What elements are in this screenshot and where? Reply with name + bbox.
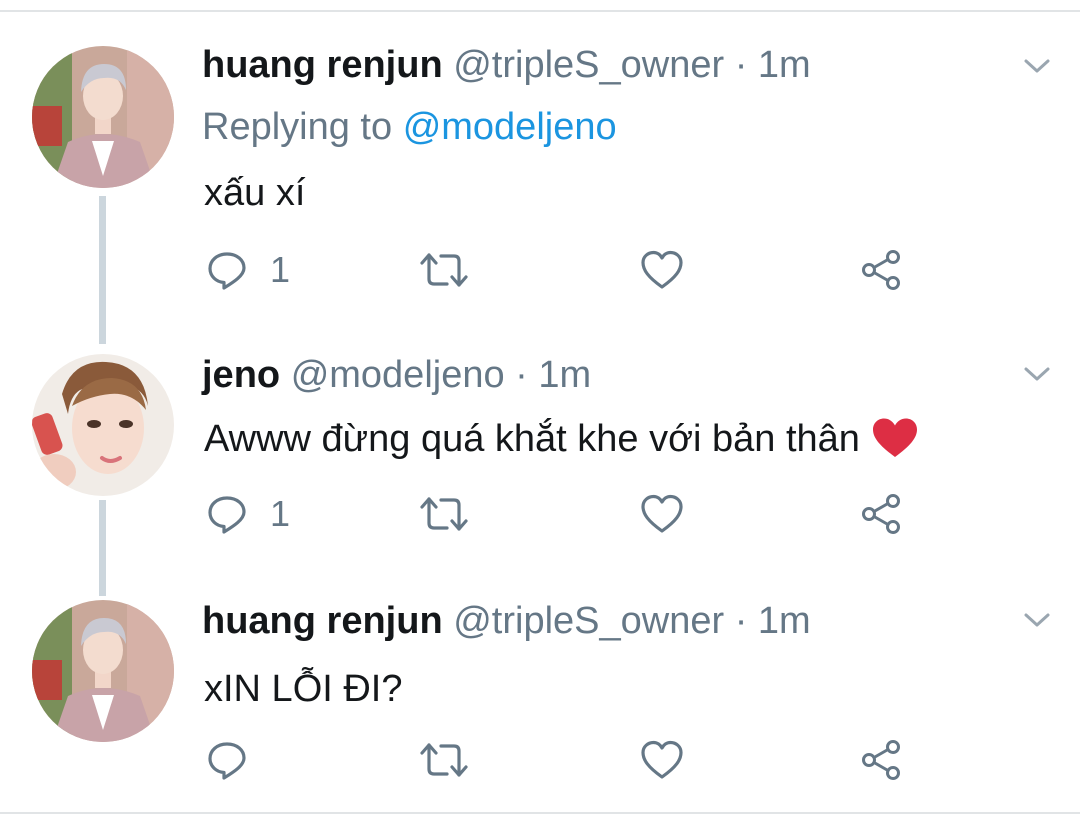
user-handle[interactable]: @tripleS_owner [453, 44, 724, 86]
timestamp[interactable]: 1m [758, 600, 811, 642]
like-button[interactable] [640, 490, 684, 538]
tweet-actions: 1 [0, 246, 1080, 294]
tweet-header: huang renjun @tripleS_owner · 1m [202, 596, 811, 646]
share-icon [860, 738, 904, 782]
timestamp[interactable]: 1m [758, 44, 811, 86]
reply-count: 1 [270, 249, 291, 290]
share-button[interactable] [860, 246, 904, 294]
reply-count: 1 [270, 493, 291, 534]
avatar-jeno[interactable] [32, 354, 174, 496]
top-divider [0, 10, 1080, 12]
separator-dot: · [515, 354, 528, 396]
user-handle[interactable]: @tripleS_owner [453, 600, 724, 642]
tweet-actions: 1 [0, 490, 1080, 538]
share-icon [860, 492, 904, 536]
retweet-icon [418, 493, 470, 535]
display-name[interactable]: huang renjun [202, 600, 443, 642]
tweet-item[interactable]: jeno @modeljeno · 1m Awww đừng quá khắt … [0, 350, 1080, 550]
bottom-divider [0, 812, 1080, 814]
chevron-down-icon[interactable] [1022, 362, 1052, 386]
tweet-item[interactable]: huang renjun @tripleS_owner · 1m Replyin… [0, 40, 1080, 310]
avatar-huang-renjun[interactable] [32, 46, 174, 188]
tweet-header: huang renjun @tripleS_owner · 1m [202, 40, 811, 90]
avatar-huang-renjun[interactable] [32, 600, 174, 742]
tweet-header: jeno @modeljeno · 1m [202, 350, 591, 400]
mention-link[interactable]: @modeljeno [403, 106, 617, 148]
reply-icon [206, 249, 248, 291]
display-name[interactable]: huang renjun [202, 44, 443, 86]
like-icon [640, 493, 684, 535]
reply-button[interactable]: 1 [206, 490, 290, 538]
share-button[interactable] [860, 736, 904, 784]
retweet-button[interactable] [418, 490, 470, 538]
tweet-text-content: Awww đừng quá khắt khe với bản thân [204, 418, 860, 460]
tweet-text: xấu xí [204, 172, 306, 214]
replying-to-label: Replying to [202, 106, 393, 148]
share-button[interactable] [860, 490, 904, 538]
tweet-text: xIN LỖI ĐI? [204, 668, 403, 710]
display-name[interactable]: jeno [202, 354, 280, 396]
share-icon [860, 248, 904, 292]
like-button[interactable] [640, 736, 684, 784]
reply-icon [206, 739, 248, 781]
red-heart-emoji [871, 418, 919, 460]
chevron-down-icon[interactable] [1022, 608, 1052, 632]
tweet-actions [0, 736, 1080, 784]
retweet-button[interactable] [418, 736, 470, 784]
tweet-item[interactable]: huang renjun @tripleS_owner · 1m xIN LỖI… [0, 596, 1080, 796]
retweet-button[interactable] [418, 246, 470, 294]
like-icon [640, 739, 684, 781]
like-icon [640, 249, 684, 291]
tweet-text: Awww đừng quá khắt khe với bản thân [204, 414, 919, 464]
separator-dot: · [734, 600, 748, 642]
timestamp[interactable]: 1m [538, 354, 591, 396]
user-handle[interactable]: @modeljeno [291, 354, 505, 396]
like-button[interactable] [640, 246, 684, 294]
retweet-icon [418, 739, 470, 781]
separator-dot: · [734, 44, 748, 86]
reply-button[interactable]: 1 [206, 246, 290, 294]
retweet-icon [418, 249, 470, 291]
reply-icon [206, 493, 248, 535]
chevron-down-icon[interactable] [1022, 54, 1052, 78]
replying-to: Replying to @modeljeno [202, 102, 617, 152]
reply-button[interactable] [206, 736, 270, 784]
